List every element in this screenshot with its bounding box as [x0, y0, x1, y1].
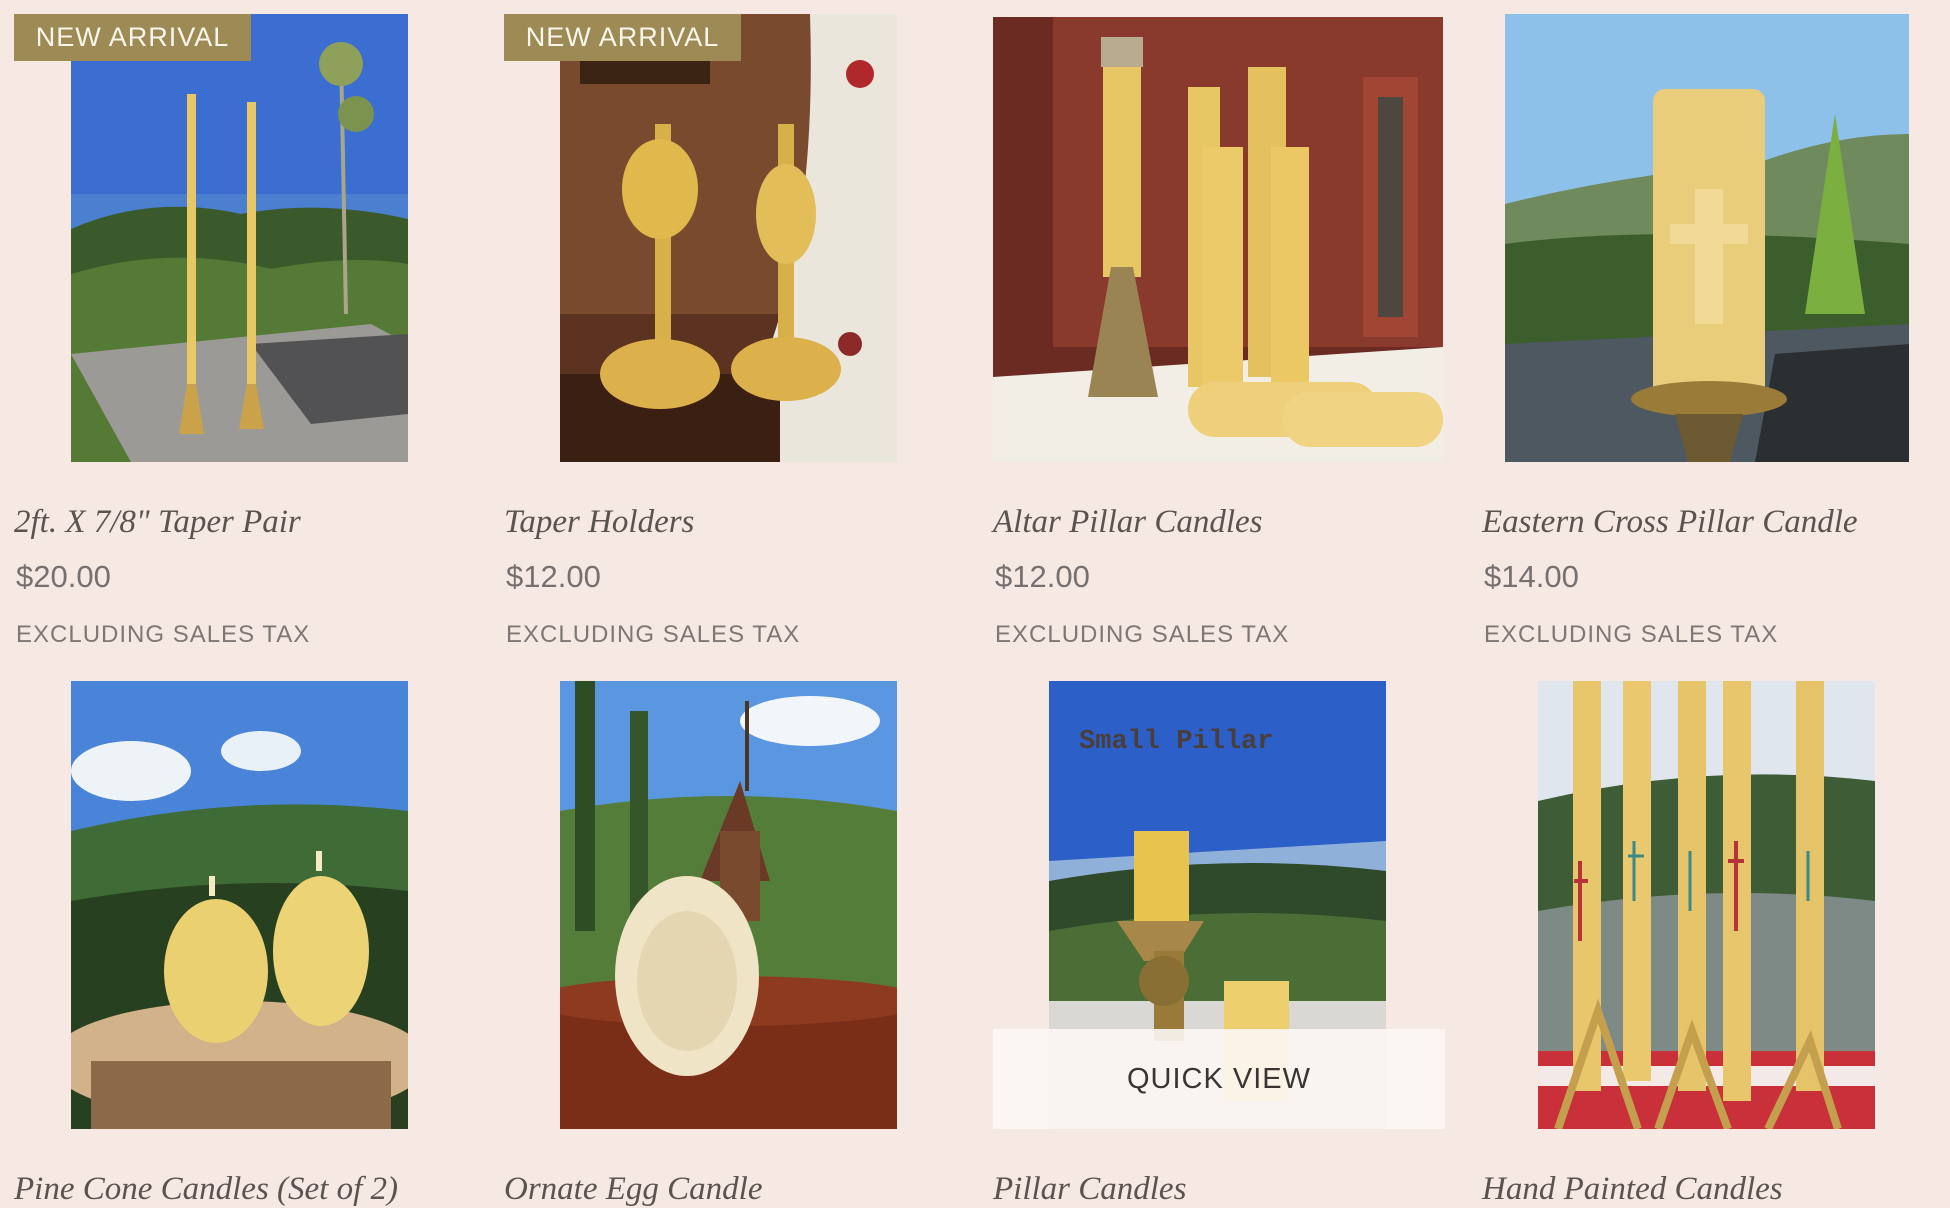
product-image [993, 17, 1443, 462]
product-title[interactable]: Pine Cone Candles (Set of 2) [14, 1171, 398, 1208]
product-image-link[interactable]: NEW ARRIVAL [14, 14, 466, 462]
product-title[interactable]: Ornate Egg Candle [504, 1171, 762, 1208]
product-image [71, 681, 408, 1129]
product-image [1538, 681, 1875, 1129]
product-title[interactable]: Eastern Cross Pillar Candle [1482, 504, 1858, 541]
quick-view-button[interactable]: QUICK VIEW [993, 1029, 1445, 1129]
product-image-link[interactable]: NEW ARRIVAL [504, 14, 956, 462]
product-price: $20.00 [16, 559, 111, 594]
new-arrival-badge: NEW ARRIVAL [504, 14, 741, 61]
product-image [1505, 14, 1909, 462]
product-price: $14.00 [1484, 559, 1579, 594]
product-image [71, 14, 408, 462]
product-title[interactable]: Hand Painted Candles [1482, 1171, 1783, 1208]
product-title[interactable]: Altar Pillar Candles [993, 504, 1263, 541]
product-image-link[interactable]: Small Pillar QUICK VIEW [993, 681, 1445, 1129]
image-caption: Small Pillar [1079, 727, 1274, 757]
new-arrival-badge: NEW ARRIVAL [14, 14, 251, 61]
tax-note: EXCLUDING SALES TAX [16, 621, 311, 648]
tax-note: EXCLUDING SALES TAX [995, 621, 1290, 648]
product-image-link[interactable] [1482, 681, 1934, 1129]
tax-note: EXCLUDING SALES TAX [506, 621, 801, 648]
product-title[interactable]: Pillar Candles [993, 1171, 1186, 1208]
product-image-link[interactable] [1482, 14, 1934, 462]
product-price: $12.00 [506, 559, 601, 594]
product-price: $12.00 [995, 559, 1090, 594]
product-title[interactable]: 2ft. X 7/8" Taper Pair [14, 504, 301, 541]
product-image [560, 681, 897, 1129]
product-image-link[interactable] [504, 681, 956, 1129]
product-image [560, 14, 897, 462]
product-image-link[interactable] [14, 681, 466, 1129]
product-image-link[interactable] [993, 14, 1445, 462]
tax-note: EXCLUDING SALES TAX [1484, 621, 1779, 648]
product-title[interactable]: Taper Holders [504, 504, 694, 541]
